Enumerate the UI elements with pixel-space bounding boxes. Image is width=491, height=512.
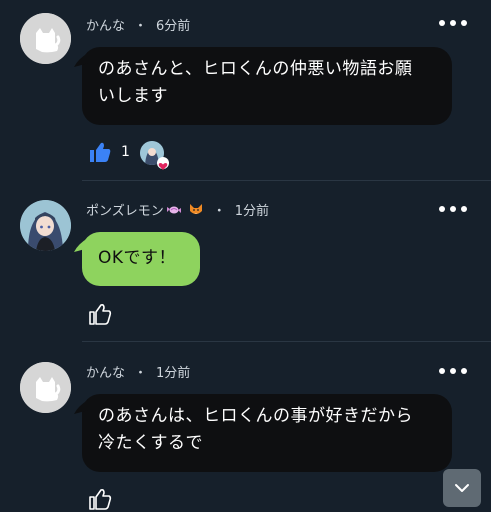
more-options-icon[interactable] [439, 15, 467, 31]
thumbs-up-outline-icon[interactable] [88, 487, 112, 511]
comment-meta: かんな ・ 6分前 [86, 15, 190, 34]
cat-placeholder-icon[interactable] [20, 13, 71, 64]
fox-icon [189, 203, 202, 214]
meta-separator: ・ [212, 204, 226, 219]
thumbs-up-outline-icon[interactable] [88, 302, 112, 326]
bubble-tail [74, 53, 88, 67]
heart-icon [157, 157, 169, 170]
comment-divider [82, 180, 491, 181]
comment-divider [82, 341, 491, 342]
comment-text-line: 冷たくするで [98, 433, 203, 453]
author-name[interactable]: かんな [86, 15, 125, 34]
comment-thread: かんな ・ 6分前 のあさんと、ヒロくんの仲悪い物語お願 いします 1 ポンズレ… [0, 0, 491, 512]
comment-text-line: のあさんは、ヒロくんの事が好きだから [98, 406, 413, 426]
comment-text-line: いします [98, 86, 168, 106]
comment-meta: かんな ・ 1分前 [86, 362, 190, 381]
candy-icon [166, 206, 181, 213]
comment-time: 1分前 [234, 204, 270, 219]
more-options-icon[interactable] [439, 363, 467, 379]
comment-text-line: のあさんと、ヒロくんの仲悪い物語お願 [98, 59, 413, 79]
comment-bubble: OKです！ [74, 232, 200, 286]
thumbs-up-icon[interactable] [88, 140, 112, 164]
bubble-tail [74, 238, 88, 252]
comment-meta: ポンズレモン ・ 1分前 [86, 200, 269, 219]
comment-text-line: OKです！ [98, 248, 177, 268]
more-options-icon[interactable] [439, 201, 467, 217]
scroll-down-button[interactable] [443, 469, 481, 507]
comment-bubble: のあさんと、ヒロくんの仲悪い物語お願 いします [74, 47, 452, 125]
author-name[interactable]: ポンズレモン [86, 200, 164, 219]
comment-time: 1分前 [156, 366, 191, 381]
liker-avatar[interactable] [140, 141, 169, 170]
meta-separator: ・ [134, 366, 148, 381]
meta-separator: ・ [134, 19, 148, 34]
chevron-down-icon [455, 484, 469, 492]
like-count: 1 [121, 144, 130, 160]
comment-time: 6分前 [156, 19, 191, 34]
author-name[interactable]: かんな [86, 362, 125, 381]
comment-bubble: のあさんは、ヒロくんの事が好きだから 冷たくするで [74, 394, 452, 472]
anime-girl-avatar[interactable] [20, 200, 71, 251]
bubble-tail [74, 400, 88, 414]
cat-placeholder-icon[interactable] [20, 362, 71, 413]
